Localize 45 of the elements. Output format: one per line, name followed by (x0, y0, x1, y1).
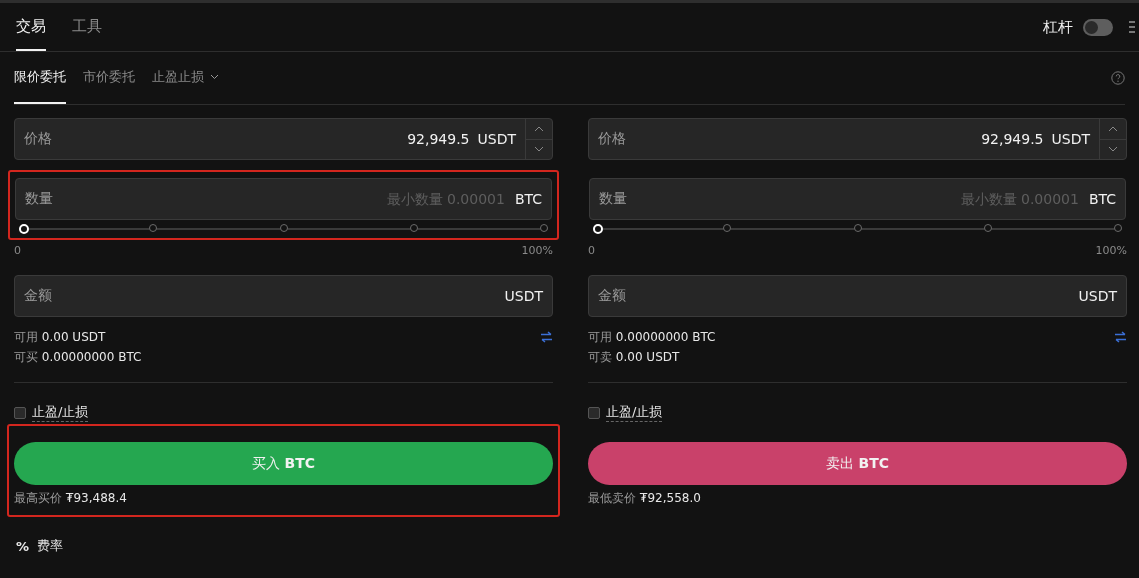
tpsl-checkbox[interactable] (588, 406, 600, 419)
slider-stop[interactable] (540, 224, 548, 232)
slider-stop[interactable] (149, 224, 158, 232)
slider-stop[interactable] (723, 224, 732, 232)
tab[interactable]: 交易 (16, 3, 46, 51)
slider-stop[interactable] (1114, 224, 1122, 232)
slider-stop[interactable] (409, 224, 418, 232)
slider-stop[interactable] (983, 224, 992, 232)
swap-icon[interactable] (540, 331, 553, 343)
tab[interactable]: 工具 (72, 3, 102, 51)
best-price: 最高买价 ₮93,488.4 (14, 490, 128, 507)
slider-stop[interactable] (279, 224, 288, 232)
available-balance: 可用 0.00000000 BTC (588, 329, 716, 346)
chevron-up-icon (1108, 125, 1118, 132)
available-balance: 可用 0.00 USDT (14, 329, 106, 346)
amount-field[interactable]: 金额 USDT (14, 275, 553, 317)
max-amount: 可卖 0.00 USDT (588, 349, 681, 366)
max-amount: 可买 0.00000000 BTC (14, 349, 143, 366)
chevron-down-icon (534, 146, 544, 153)
slider-max-label: 100% (521, 244, 553, 257)
slider-thumb[interactable] (593, 224, 603, 234)
best-price: 最低卖价 ₮92,558.0 (588, 490, 702, 507)
swap-icon[interactable] (1114, 331, 1127, 343)
chevron-down-icon (1108, 146, 1118, 153)
order-type-tab[interactable]: 市价委托 (83, 52, 135, 104)
slider-stop[interactable] (853, 224, 862, 232)
chevron-up-icon (534, 125, 544, 132)
amount-field[interactable]: 金额 USDT (588, 275, 1127, 317)
chevron-down-icon (210, 74, 219, 80)
fee-rate-link[interactable]: 费率 (37, 537, 64, 555)
tpsl-label[interactable]: 止盈/止损 (32, 403, 89, 422)
slider-thumb[interactable] (19, 224, 29, 234)
help-icon[interactable] (1111, 71, 1125, 85)
percent-icon: % (16, 538, 30, 554)
tpsl-checkbox[interactable] (14, 406, 26, 419)
menu-icon[interactable] (1129, 21, 1135, 33)
order-type-tab[interactable]: 限价委托 (14, 52, 66, 104)
tpsl-label[interactable]: 止盈/止损 (606, 403, 663, 422)
slider-min-label: 0 (14, 244, 21, 257)
order-type-tab[interactable]: 止盈止损 (152, 52, 219, 104)
leverage-label: 杠杆 (1043, 17, 1073, 37)
sell-button[interactable]: 卖出 BTC (588, 442, 1127, 485)
slider-min-label: 0 (588, 244, 595, 257)
leverage-toggle[interactable] (1083, 18, 1113, 36)
slider-max-label: 100% (1095, 244, 1127, 257)
